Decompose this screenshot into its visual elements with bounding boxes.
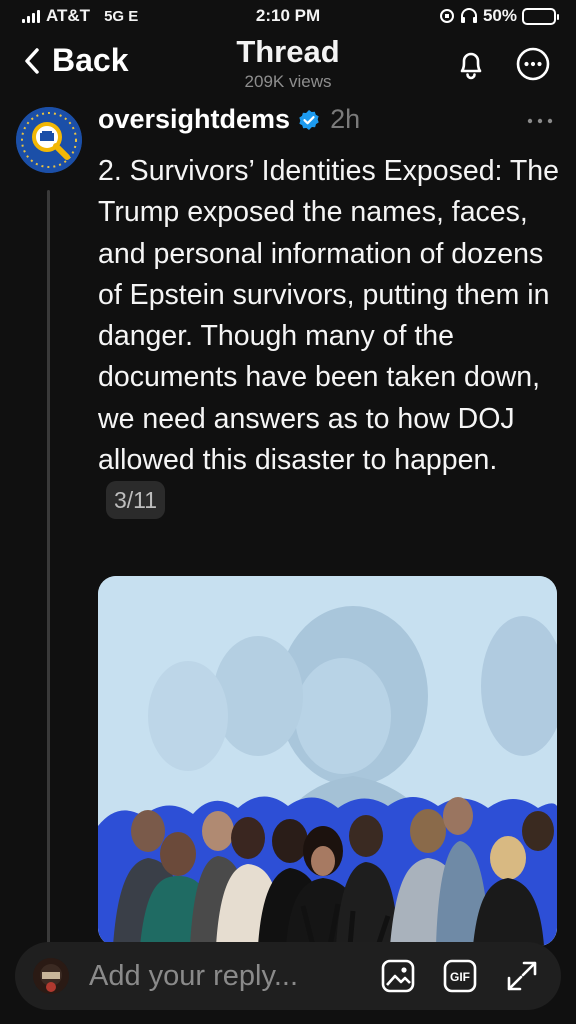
- press-conference-photo: [98, 576, 557, 946]
- post-header: oversightdems 2h: [98, 104, 360, 135]
- oversight-logo-icon: [16, 107, 82, 173]
- post-time: 2h: [330, 104, 361, 134]
- status-right: 50%: [439, 6, 559, 26]
- more-icon[interactable]: [515, 46, 551, 82]
- thread-counter-badge: 3/11: [106, 481, 166, 520]
- thread-header: Back Thread 209K views: [0, 34, 576, 98]
- status-bar: AT&T 5G E 2:10 PM 50%: [0, 0, 576, 34]
- orientation-lock-icon: [439, 9, 454, 23]
- gif-icon[interactable]: GIF: [441, 957, 479, 995]
- thread-line: [47, 190, 50, 950]
- post-text: 2. Survivors’ Identities Exposed: The Tr…: [98, 155, 559, 477]
- page-title: Thread: [236, 34, 340, 69]
- reply-input[interactable]: [89, 956, 309, 996]
- battery-percent: 50%: [482, 6, 517, 25]
- avatar[interactable]: [16, 107, 82, 173]
- gif-label: GIF: [450, 970, 470, 984]
- verified-badge-icon: [299, 109, 319, 130]
- headphones-icon: [460, 8, 477, 23]
- title-block: Thread 209K views: [0, 34, 576, 92]
- view-count: 209K views: [244, 72, 332, 91]
- battery-icon: [522, 7, 559, 25]
- username[interactable]: oversightdems: [98, 104, 290, 135]
- image-icon[interactable]: [379, 957, 417, 995]
- reply-bar: GIF: [15, 942, 561, 1010]
- user-avatar[interactable]: [33, 958, 69, 994]
- post-image[interactable]: [98, 576, 557, 946]
- bell-icon[interactable]: [453, 46, 489, 82]
- post-body: 2. Survivors’ Identities Exposed: The Tr…: [98, 151, 563, 523]
- expand-icon[interactable]: [503, 957, 541, 995]
- user-avatar-image: [33, 958, 69, 994]
- post-more-icon[interactable]: [524, 113, 556, 129]
